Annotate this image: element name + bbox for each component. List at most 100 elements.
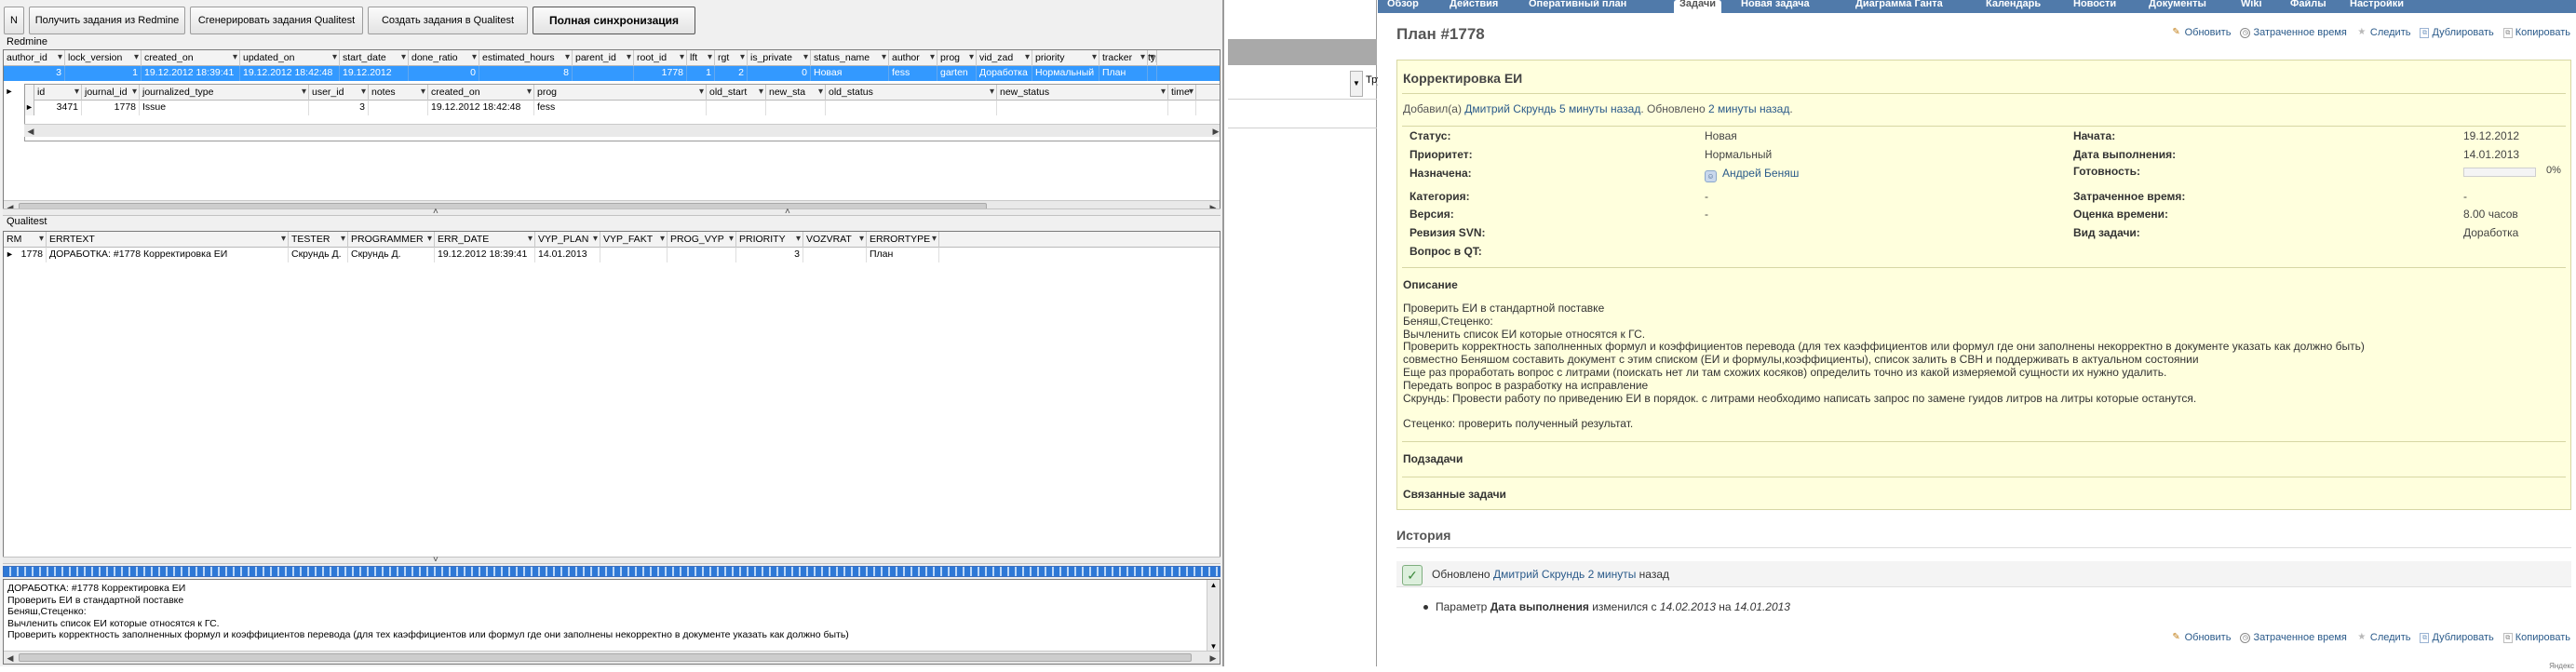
subcol-new-status[interactable]: new_status	[997, 85, 1168, 101]
subcol-created-on[interactable]: created_on	[428, 85, 534, 101]
cell-vozvrat[interactable]	[803, 248, 867, 262]
tab-calendar[interactable]: Календарь	[1986, 0, 2041, 13]
subcell-new-status[interactable]	[997, 101, 1168, 115]
col-author[interactable]: author	[889, 50, 937, 66]
col-lock-version[interactable]: lock_version	[65, 50, 142, 66]
col-root-id[interactable]: root_id	[634, 50, 687, 66]
scroll-left-icon[interactable]: ◀	[24, 125, 37, 138]
cell-updated-on[interactable]: 19.12.2012 18:42:48	[240, 66, 340, 81]
subcol-old-start[interactable]: old_start	[707, 85, 766, 101]
duplicate-button[interactable]: ⧉ Дублировать	[2420, 27, 2494, 38]
cell-estimated-hours[interactable]: 8	[479, 66, 573, 81]
scroll-left-icon[interactable]: ◀	[4, 652, 17, 664]
subcell-notes[interactable]	[369, 101, 428, 115]
cell-rm[interactable]: ► 1778	[4, 248, 47, 262]
scrollbar-thumb[interactable]	[19, 653, 1192, 662]
cell-prog[interactable]: garten	[937, 66, 977, 81]
create-qualitest-tasks-button[interactable]: Создать задания в Qualitest	[368, 7, 528, 34]
cell-status-name[interactable]: Новая	[811, 66, 889, 81]
subcell-created-on[interactable]: 19.12.2012 18:42:48	[428, 101, 534, 115]
subcol-id[interactable]: id	[34, 85, 82, 101]
col-err-date[interactable]: ERR_DATE	[435, 232, 535, 248]
splitter-up-arrow-icon[interactable]: ˄	[433, 207, 438, 217]
cell-vyp-plan[interactable]: 14.01.2013	[535, 248, 600, 262]
splitter-top[interactable]: ˄ ˄	[3, 207, 1221, 217]
col-errortype[interactable]: ERRORTYPE	[867, 232, 939, 248]
cell-created-on[interactable]: 19.12.2012 18:39:41	[142, 66, 240, 81]
col-priority[interactable]: priority	[1032, 50, 1099, 66]
cell-is-private[interactable]: 0	[748, 66, 811, 81]
cell-lock-version[interactable]: 1	[65, 66, 142, 81]
subcell-user-id[interactable]: 3	[309, 101, 369, 115]
subcell-journalized-type[interactable]: Issue	[140, 101, 309, 115]
col-tracker[interactable]: tracker	[1099, 50, 1148, 66]
col-errtext[interactable]: ERRTEXT	[47, 232, 289, 248]
errtext-textarea[interactable]: ДОРАБОТКА: #1778 Корректировка ЕИ Провер…	[3, 579, 1221, 665]
subcol-user-id[interactable]: user_id	[309, 85, 369, 101]
col-rm[interactable]: RM	[4, 232, 47, 248]
cell-parent-id[interactable]	[573, 66, 634, 81]
col-author-id[interactable]: author_id	[4, 50, 65, 66]
col-is-private[interactable]: is_private	[748, 50, 811, 66]
cell-priority-q[interactable]: 3	[736, 248, 803, 262]
copy-button-bottom[interactable]: ⧉ Копировать	[2502, 632, 2570, 643]
subcell-journal-id[interactable]: 1778	[82, 101, 140, 115]
duplicate-button-bottom[interactable]: ⧉ Дублировать	[2420, 632, 2494, 643]
journal-time-link[interactable]: 2 минуты	[1588, 568, 1637, 581]
update-button-bottom[interactable]: ✎ Обновить	[2171, 632, 2231, 643]
col-updated-on[interactable]: updated_on	[240, 50, 340, 66]
subcol-notes[interactable]: notes	[369, 85, 428, 101]
get-redmine-tasks-button[interactable]: Получить задания из Redmine	[29, 7, 185, 34]
log-time-button[interactable]: ◷ Затраченное время	[2240, 27, 2347, 38]
cell-done-ratio[interactable]: 0	[409, 66, 479, 81]
col-start-date[interactable]: start_date	[340, 50, 409, 66]
cell-errortype[interactable]: План	[867, 248, 939, 262]
copy-button[interactable]: ⧉ Копировать	[2502, 27, 2570, 38]
cell-rgt[interactable]: 2	[715, 66, 748, 81]
cell-start-date[interactable]: 19.12.2012	[340, 66, 409, 81]
log-time-button-bottom[interactable]: ◷ Затраченное время	[2240, 632, 2347, 643]
subcell-old-start[interactable]	[707, 101, 766, 115]
tab-new-issue[interactable]: Новая задача	[1741, 0, 1810, 13]
cell-prog-vyp[interactable]	[668, 248, 736, 262]
col-lft[interactable]: lft	[687, 50, 715, 66]
tab-activity[interactable]: Действия	[1450, 0, 1498, 13]
cell-vyp-fakt[interactable]	[600, 248, 668, 262]
col-vid-zad[interactable]: vid_zad	[977, 50, 1032, 66]
subcell-time[interactable]	[1168, 101, 1196, 115]
scroll-right-icon[interactable]: ▶	[1209, 125, 1220, 138]
tab-gantt[interactable]: Диаграмма Ганта	[1855, 0, 1943, 13]
cell-lft[interactable]: 1	[687, 66, 715, 81]
scroll-up-icon[interactable]: ▲	[1207, 580, 1220, 591]
col-estimated-hours[interactable]: estimated_hours	[479, 50, 573, 66]
full-sync-button[interactable]: Полная синхронизация	[533, 7, 695, 34]
col-vyp-fakt[interactable]: VYP_FAKT	[600, 232, 668, 248]
subcol-old-status[interactable]: old_status	[826, 85, 997, 101]
col-programmer[interactable]: PROGRAMMER	[348, 232, 435, 248]
subcell-new-start[interactable]	[766, 101, 826, 115]
cell-err-date[interactable]: 19.12.2012 18:39:41	[435, 248, 535, 262]
textarea-hscrollbar[interactable]: ◀ ▶	[4, 651, 1220, 664]
col-rgt[interactable]: rgt	[715, 50, 748, 66]
col-prog[interactable]: prog	[937, 50, 977, 66]
tab-news[interactable]: Новости	[2073, 0, 2116, 13]
splitter-bottom[interactable]: ˅	[3, 555, 1221, 565]
subcol-journal-id[interactable]: journal_id	[82, 85, 140, 101]
tab-documents[interactable]: Документы	[2149, 0, 2206, 13]
qualitest-grid[interactable]: RM ERRTEXT TESTER PROGRAMMER ERR_DATE VY…	[3, 231, 1221, 558]
created-ago-link[interactable]: 5 минуты назад	[1559, 102, 1640, 115]
tab-files[interactable]: Файлы	[2290, 0, 2326, 13]
n-button[interactable]: N	[4, 7, 24, 34]
watch-button[interactable]: ★ Следить	[2356, 27, 2410, 38]
subcell-id[interactable]: 3471	[34, 101, 82, 115]
tab-roadmap[interactable]: Оперативный план	[1529, 0, 1626, 13]
subcol-prog[interactable]: prog	[534, 85, 707, 101]
col-vyp-plan[interactable]: VYP_PLAN	[535, 232, 600, 248]
subcell-prog[interactable]: fess	[534, 101, 707, 115]
update-button[interactable]: ✎ Обновить	[2171, 27, 2231, 38]
col-tester[interactable]: TESTER	[289, 232, 348, 248]
cell-author[interactable]: fess	[889, 66, 937, 81]
subgrid-bottom-scrollbar[interactable]: ◀ ▶	[24, 124, 1220, 138]
col-status-name[interactable]: status_name	[811, 50, 889, 66]
dropdown-arrow-icon[interactable]: ▼	[1350, 71, 1363, 97]
